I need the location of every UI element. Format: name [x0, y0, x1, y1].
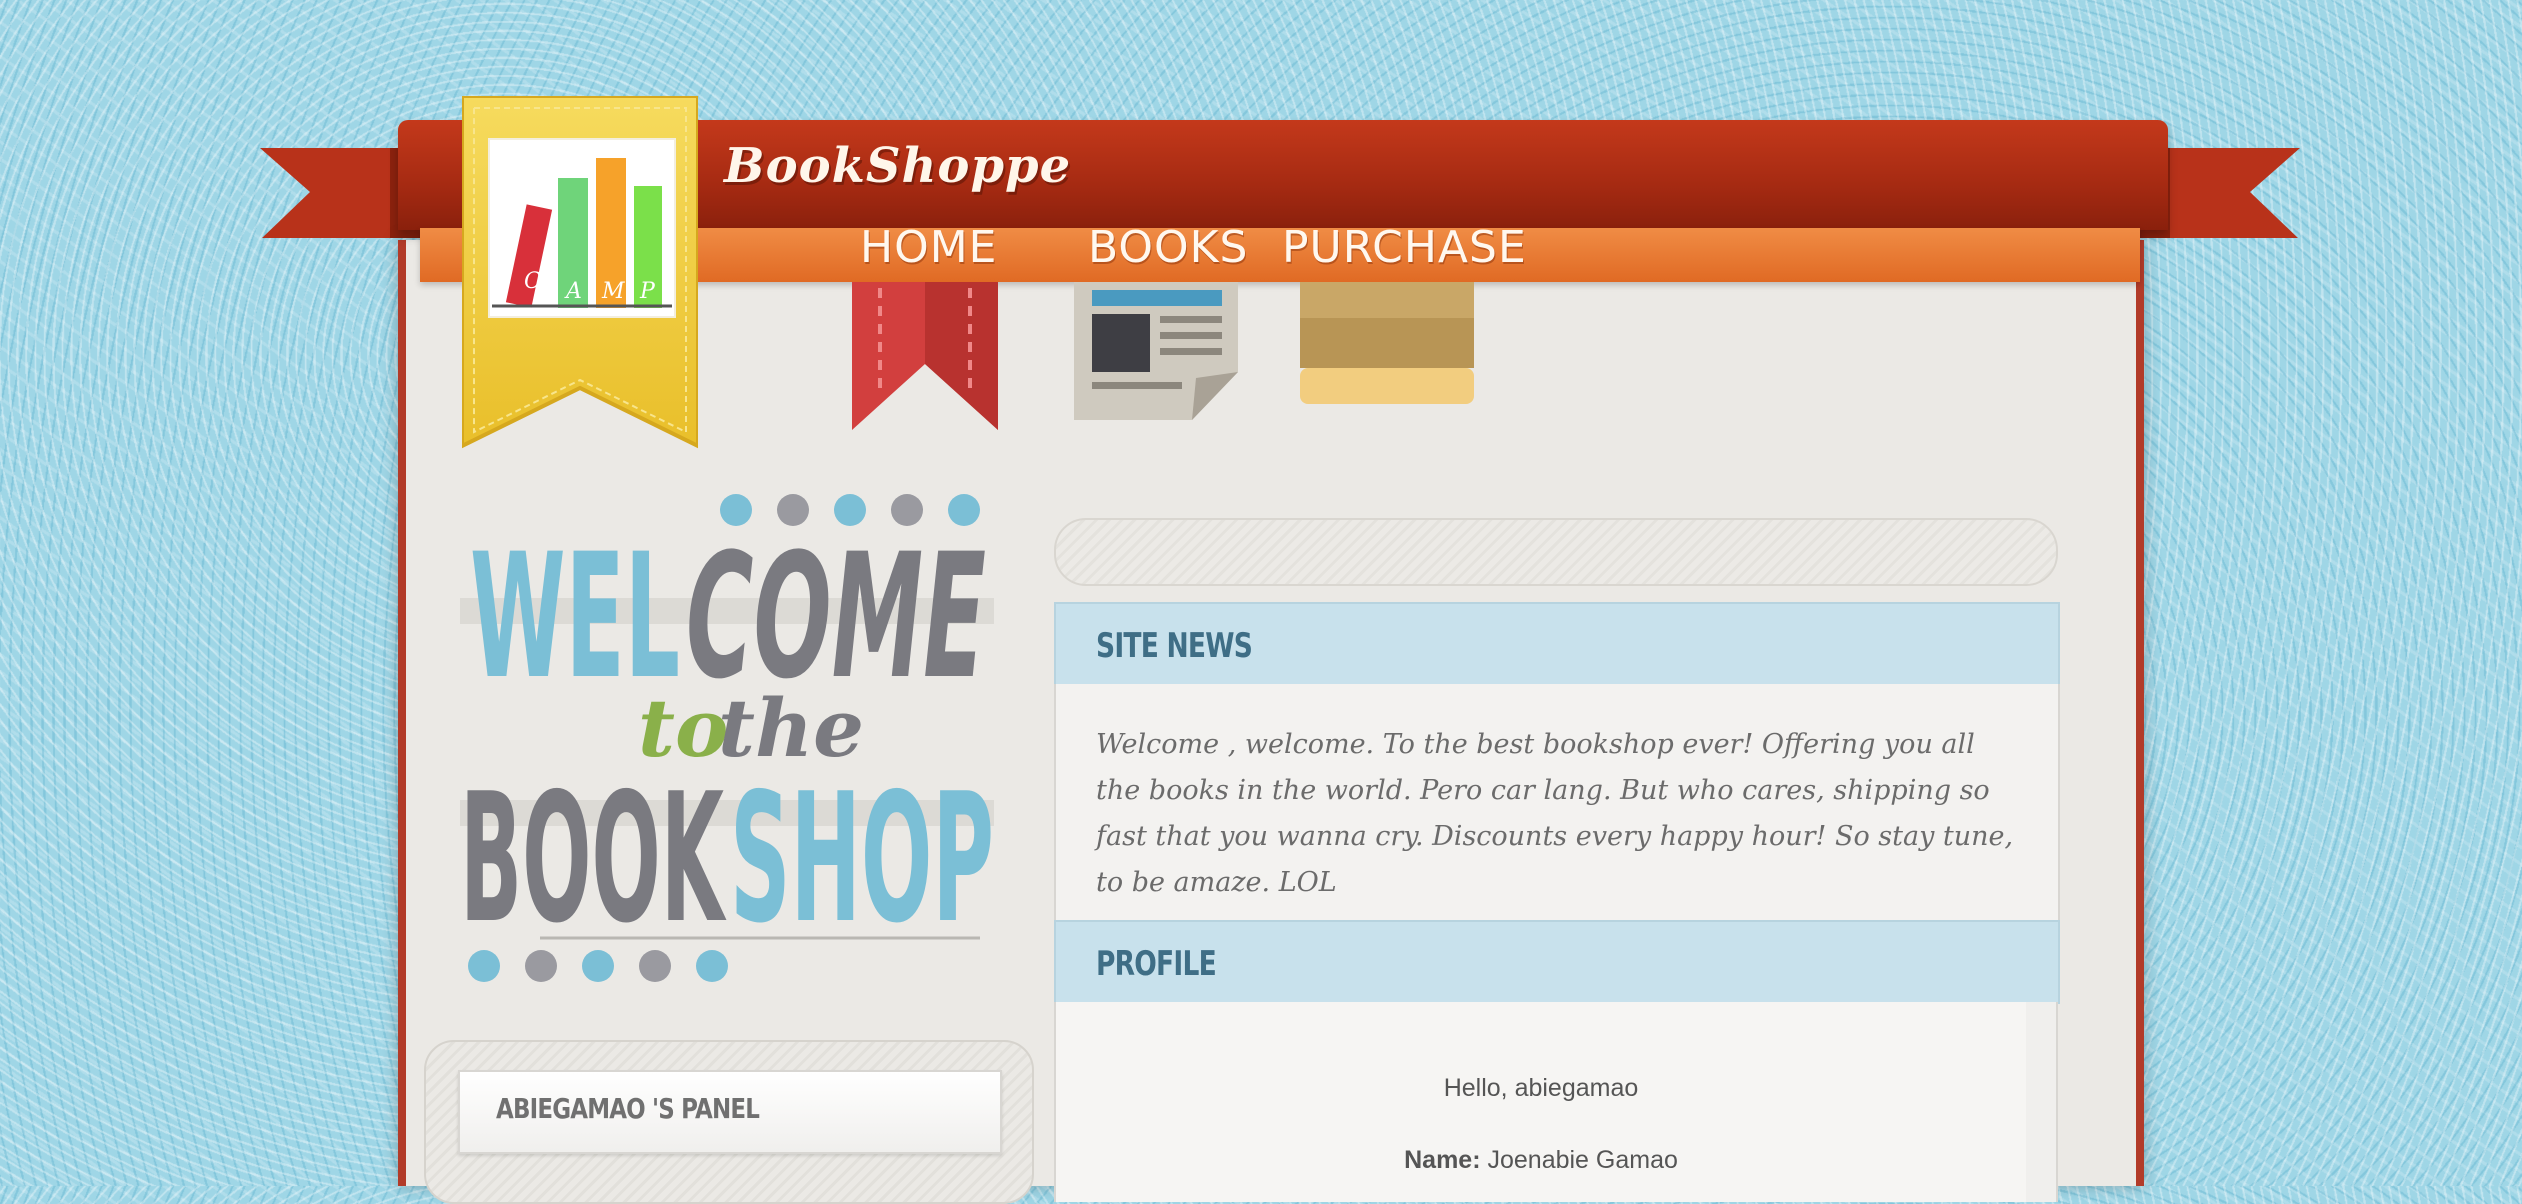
nav-home[interactable]: HOME — [860, 222, 997, 273]
user-panel-title: ABIEGAMAO 'S PANEL — [496, 1092, 760, 1125]
profile-header: PROFILE — [1054, 920, 2060, 1004]
logo-letter-m: M — [601, 279, 625, 304]
logo-box: C A M P — [488, 138, 676, 318]
profile-name-label: Name: — [1404, 1146, 1481, 1174]
profile-scrollbar[interactable] — [2026, 1002, 2058, 1202]
site-brand[interactable]: BookShoppe — [724, 138, 1071, 194]
site-news-title: SITE NEWS — [1096, 626, 1253, 666]
welcome-graphic: WEL COME to the BOOK SHOP — [460, 494, 994, 982]
red-bookmark-icon[interactable] — [852, 282, 998, 432]
nav-books[interactable]: BOOKS — [1088, 222, 1248, 273]
site-news-header: SITE NEWS — [1054, 602, 2060, 686]
profile-title: PROFILE — [1096, 944, 1217, 984]
profile-name-value: Joenabie Gamao — [1487, 1146, 1678, 1174]
ribbon-left-end — [260, 148, 420, 238]
search-bar[interactable] — [1054, 518, 2058, 586]
welcome-book: BOOK — [460, 755, 727, 962]
logo-letter-c: C — [524, 269, 541, 294]
books-icon: C A M P — [492, 158, 672, 308]
nav-purchase[interactable]: PURCHASE — [1282, 222, 1527, 273]
profile-name-row: Name: Joenabie Gamao — [1056, 1146, 2026, 1175]
package-icon[interactable] — [1300, 282, 1474, 406]
profile-greeting: Hello, abiegamao — [1443, 1074, 1639, 1102]
site-news-text: Welcome , welcome. To the best bookshop … — [1096, 729, 2014, 898]
welcome-shop: SHOP — [730, 755, 994, 962]
profile-body: Hello, abiegamao Name: Joenabie Gamao — [1054, 1002, 2028, 1202]
site-news-body: Welcome , welcome. To the best bookshop … — [1054, 684, 2060, 920]
logo-letter-p: P — [639, 279, 656, 304]
newspaper-icon[interactable] — [1074, 282, 1238, 420]
logo-letter-a: A — [564, 279, 582, 304]
